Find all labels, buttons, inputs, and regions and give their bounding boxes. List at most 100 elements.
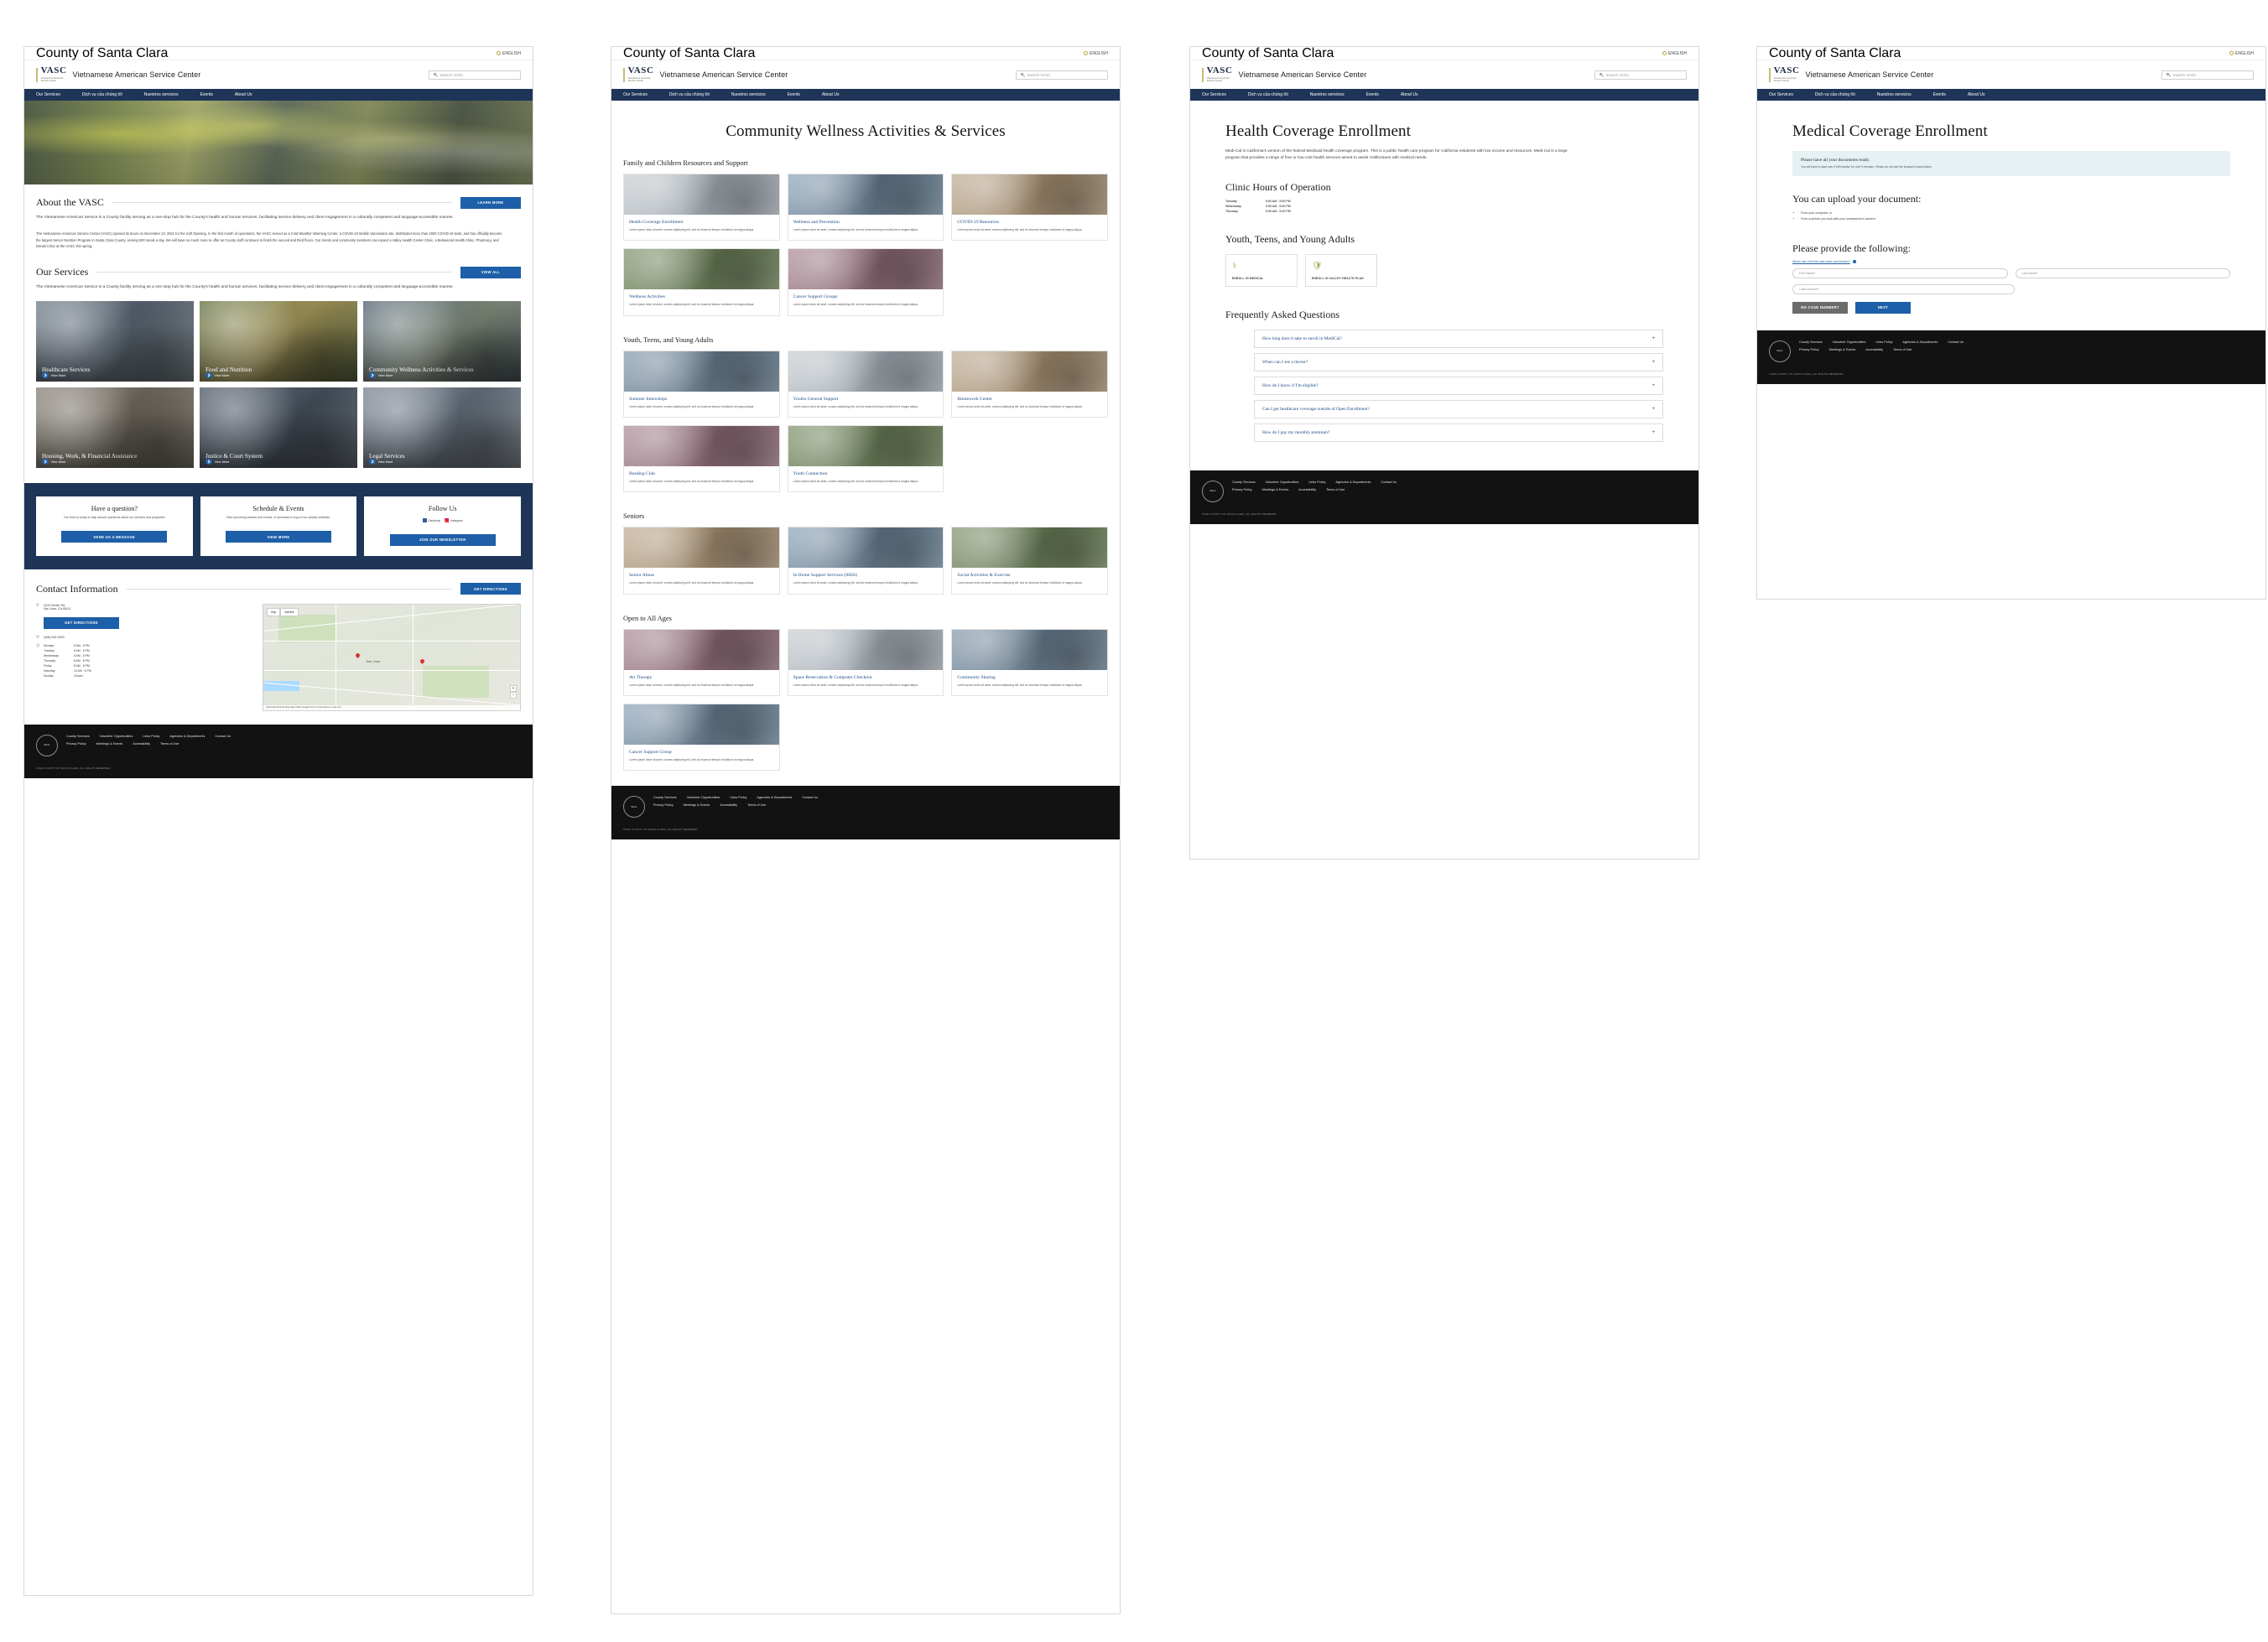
expand-icon[interactable]: +	[1652, 336, 1655, 341]
learn-more-button[interactable]: LEARN MORE	[460, 196, 521, 209]
footer-link-county-services[interactable]: County Services	[653, 796, 677, 799]
footer-link-county-services[interactable]: County Services	[66, 735, 90, 738]
case-number-help-link[interactable]: Where can I find the case name and numbe…	[1792, 259, 2230, 263]
enroll-valley-health-option[interactable]: 🛡 ENROLL IN VALLEY HEALTH PLAN	[1305, 253, 1377, 287]
view-more-link[interactable]: View More	[42, 372, 65, 379]
footer-link-county-services[interactable]: County Services	[1799, 340, 1823, 344]
card-homework-center[interactable]: Homework Center Lorem ipsum dolor sit ame…	[951, 350, 1108, 418]
language-selector[interactable]: ENGLISH	[2229, 51, 2254, 56]
facebook-link[interactable]: Facebook	[422, 518, 440, 523]
enroll-medical-option[interactable]: ⚕ ENROLL IN MEDICAL	[1225, 253, 1298, 287]
expand-icon[interactable]: +	[1652, 360, 1655, 365]
nav-item-dich-vu[interactable]: Dịch vụ của chúng tôi	[82, 92, 122, 97]
card-art-therapy[interactable]: Art Therapy Lorem ipsum dolor sit amet, c…	[623, 628, 780, 696]
view-more-link[interactable]: View More	[369, 372, 393, 379]
view-more-link[interactable]: View More	[205, 458, 229, 465]
card-reading-club[interactable]: Reading Club Lorem ipsum dolor sit amet, …	[623, 424, 780, 493]
footer-link-agencies[interactable]: Agencies & Departments	[1902, 340, 1938, 344]
footer-link-volunteer[interactable]: Volunteer Opportunities	[100, 735, 133, 738]
search-input[interactable]: Search VASC	[429, 70, 521, 80]
language-selector[interactable]: ENGLISH	[497, 51, 521, 56]
card-senior-abuse[interactable]: Senior Abuse Lorem ipsum dolor sit amet, …	[623, 527, 780, 595]
footer-link-links-policy[interactable]: Links Policy	[1875, 340, 1892, 344]
nav-item-about-us[interactable]: About Us	[1401, 92, 1418, 97]
footer-link-volunteer[interactable]: Volunteer Opportunities	[1833, 340, 1866, 344]
card-cancer-support-group[interactable]: Cancer Support Group Lorem ipsum dolor si…	[623, 703, 780, 772]
nav-item-our-services[interactable]: Our Services	[623, 92, 648, 97]
faq-item[interactable]: Can I get healthcare coverage outside of…	[1254, 399, 1663, 418]
footer-link-contact[interactable]: Contact Us	[1381, 481, 1397, 484]
nav-item-our-services[interactable]: Our Services	[1769, 92, 1793, 97]
nav-item-about-us[interactable]: About Us	[1968, 92, 1985, 97]
footer-link-agencies[interactable]: Agencies & Departments	[169, 735, 205, 738]
map-directions-button[interactable]: GET DIRECTIONS	[44, 616, 119, 629]
language-selector[interactable]: ENGLISH	[1084, 51, 1108, 56]
phone-block[interactable]: ✆ (408) 518-5200	[36, 635, 254, 640]
vasc-logo[interactable]: VASC Vietnamese American Service Center	[1769, 66, 1800, 82]
nav-item-dich-vu[interactable]: Dịch vụ của chúng tôi	[669, 92, 710, 97]
card-community-sharing[interactable]: Community Sharing Lorem ipsum dolor sit a…	[951, 628, 1108, 696]
map-type-control[interactable]: Map Satellite	[267, 607, 299, 616]
map-tab-satellite[interactable]: Satellite	[280, 607, 299, 616]
vasc-logo[interactable]: VASC Vietnamese American Service Center	[1202, 66, 1233, 82]
footer-link-accessibility[interactable]: Accessibility	[720, 803, 737, 807]
service-tile-housing[interactable]: Housing, Work, & Financial Assistance Vi…	[36, 387, 194, 469]
search-input[interactable]: Search VASC	[1594, 70, 1687, 80]
service-tile-justice[interactable]: Justice & Court System View More	[200, 387, 357, 469]
next-button[interactable]: NEXT	[1855, 301, 1911, 314]
footer-link-agencies[interactable]: Agencies & Departments	[1335, 481, 1371, 484]
faq-item[interactable]: How do I know if I'm eligible? +	[1254, 376, 1663, 395]
footer-link-contact[interactable]: Contact Us	[215, 735, 231, 738]
vasc-logo[interactable]: VASC Vietnamese American Service Center	[623, 66, 654, 82]
location-map[interactable]: Map Satellite San Jose + − Keyboard shor…	[263, 603, 521, 711]
newsletter-button[interactable]: JOIN OUR NEWSLETTER	[389, 533, 496, 546]
footer-link-meetings[interactable]: Meetings & Events	[96, 742, 123, 746]
nav-item-nuestros[interactable]: Nuestros servicios	[144, 92, 179, 97]
map-marker-vasc[interactable]	[419, 658, 425, 665]
card-covid-resources[interactable]: COVID-19 Resources Lorem ipsum dolor sit …	[951, 174, 1108, 242]
nav-item-our-services[interactable]: Our Services	[1202, 92, 1226, 97]
nav-item-about-us[interactable]: About Us	[235, 92, 252, 97]
footer-link-privacy[interactable]: Privacy Policy	[653, 803, 674, 807]
language-selector[interactable]: ENGLISH	[1662, 51, 1687, 56]
vasc-logo[interactable]: VASC Vietnamese American Service Center	[36, 66, 67, 82]
footer-link-meetings[interactable]: Meetings & Events	[684, 803, 710, 807]
no-case-number-button[interactable]: NO CASE NUMBER?	[1792, 301, 1848, 314]
footer-link-links-policy[interactable]: Links Policy	[1308, 481, 1325, 484]
view-more-link[interactable]: View More	[369, 458, 393, 465]
map-zoom-in[interactable]: +	[510, 684, 517, 692]
nav-item-nuestros[interactable]: Nuestros servicios	[731, 92, 766, 97]
send-message-button[interactable]: SEND US A MESSAGE	[61, 531, 168, 543]
footer-link-privacy[interactable]: Privacy Policy	[66, 742, 86, 746]
footer-link-privacy[interactable]: Privacy Policy	[1232, 488, 1252, 491]
expand-icon[interactable]: +	[1652, 383, 1655, 388]
nav-item-events[interactable]: Events	[200, 92, 213, 97]
nav-item-our-services[interactable]: Our Services	[36, 92, 60, 97]
card-youth-connection[interactable]: Youth Connection Lorem ipsum dolor sit am…	[787, 424, 944, 493]
card-space-reservation[interactable]: Space Reservation & Computer Checkout Lor…	[787, 628, 944, 696]
nav-item-events[interactable]: Events	[1366, 92, 1379, 97]
footer-link-contact[interactable]: Contact Us	[802, 796, 818, 799]
card-health-coverage[interactable]: Health Coverage Enrollment Lorem ipsum do…	[623, 174, 780, 242]
card-ihss[interactable]: In Home Support Services (IHSS) Lorem ips…	[787, 527, 944, 595]
card-youths-general-support[interactable]: Youths General Support Lorem ipsum dolor …	[787, 350, 944, 418]
card-wellness-activities[interactable]: Wellness Activities Lorem ipsum dolor sit…	[623, 248, 780, 316]
view-more-link[interactable]: View More	[205, 372, 229, 379]
nav-item-dich-vu[interactable]: Dịch vụ của chúng tôi	[1815, 92, 1855, 97]
expand-icon[interactable]: +	[1652, 407, 1655, 412]
service-tile-community-wellness[interactable]: Community Wellness Activities & Services…	[363, 301, 521, 382]
service-tile-food[interactable]: Food and Nutrition View More	[200, 301, 357, 382]
expand-icon[interactable]: +	[1652, 430, 1655, 435]
first-name-field[interactable]: First Name *	[1792, 268, 2008, 278]
faq-item[interactable]: How long does it take to enroll in MediC…	[1254, 329, 1663, 348]
case-number-field[interactable]: Case Number *	[1792, 283, 2015, 294]
view-more-button[interactable]: VIEW MORE	[225, 531, 332, 543]
nav-item-nuestros[interactable]: Nuestros servicios	[1877, 92, 1912, 97]
footer-link-links-policy[interactable]: Links Policy	[730, 796, 746, 799]
nav-item-events[interactable]: Events	[1933, 92, 1946, 97]
footer-link-links-policy[interactable]: Links Policy	[143, 735, 159, 738]
card-summer-internships[interactable]: Summer Internships Lorem ipsum dolor sit …	[623, 350, 780, 418]
nav-item-dich-vu[interactable]: Dịch vụ của chúng tôi	[1248, 92, 1288, 97]
view-all-button[interactable]: VIEW ALL	[460, 266, 521, 278]
footer-link-accessibility[interactable]: Accessibility	[133, 742, 150, 746]
